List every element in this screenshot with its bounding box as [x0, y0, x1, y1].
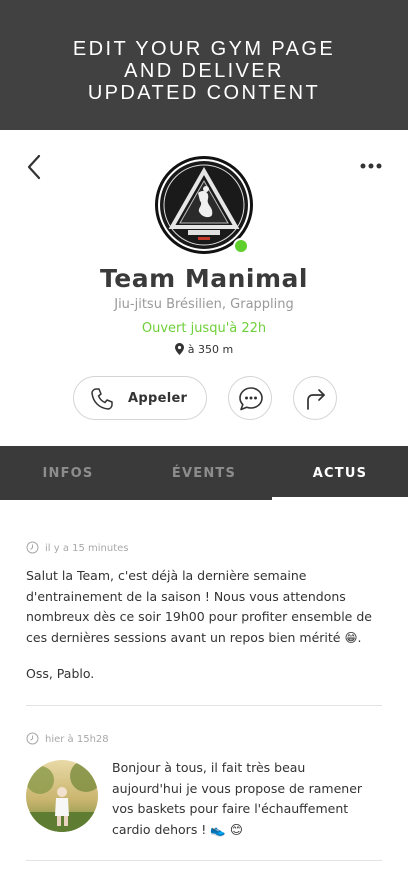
post-1-line-2: d'entrainement de la saison ! Nous vous …: [26, 588, 346, 604]
online-status-dot: [233, 238, 249, 254]
post-2-line-1: Bonjour à tous, il fait très beau: [112, 760, 306, 775]
post-1-line-1: Salut la Team, c'est déjà la dernière se…: [26, 568, 307, 583]
distance-text: à 350 m: [187, 343, 234, 356]
post-1-signature: Oss, Pablo.: [26, 666, 95, 681]
post-2-line-3: vos baskets pour faire l'échauffement: [112, 801, 349, 816]
post-divider: [26, 705, 382, 706]
location-pin-icon: [174, 343, 184, 355]
message-button[interactable]: [228, 376, 272, 420]
gym-name: Team Manimal: [100, 264, 308, 293]
promo-banner: EDIT YOUR GYM PAGE AND DELIVER UPDATED C…: [0, 0, 408, 130]
banner-line-2: AND DELIVER: [124, 60, 284, 82]
more-options-button[interactable]: [358, 156, 388, 176]
clock-icon: [26, 541, 39, 554]
post-1-line-3: nombreux dès ce soir 19h00 pour profiter…: [26, 609, 372, 624]
tab-actus[interactable]: ACTUS: [272, 446, 408, 500]
post-2-body: Bonjour à tous, il fait très beau aujour…: [112, 758, 392, 840]
post-2-time-text: hier à 15h28: [45, 734, 109, 745]
share-button[interactable]: [293, 376, 337, 420]
phone-icon: [91, 388, 113, 410]
call-button-label: Appeler: [128, 391, 188, 406]
post-1-time-text: il y a 15 minutes: [45, 543, 129, 554]
post-1-timestamp: il y a 15 minutes: [26, 541, 129, 554]
active-tab-indicator: [272, 497, 408, 500]
distance-info: à 350 m: [0, 343, 408, 356]
share-arrow-icon: [307, 389, 325, 410]
banner-headline: EDIT YOUR GYM PAGE AND DELIVER UPDATED C…: [0, 38, 408, 104]
gym-logo: [155, 156, 253, 254]
tab-bar: INFOS ÉVENTS ACTUS: [0, 446, 408, 500]
chat-bubble-icon: [239, 387, 263, 411]
tab-infos[interactable]: INFOS: [0, 446, 136, 500]
post-2-line-4: cardio dehors ! 👟 😊: [112, 821, 243, 837]
open-hours-status: Ouvert jusqu'à 22h: [141, 321, 267, 336]
post-2-photo[interactable]: [26, 760, 98, 832]
post-divider: [26, 860, 382, 861]
call-button[interactable]: Appeler: [73, 376, 207, 420]
post-2-timestamp: hier à 15h28: [26, 732, 109, 745]
chevron-left-icon: [27, 154, 41, 180]
post-2-line-2: aujourd'hui je vous propose de ramener: [112, 780, 363, 796]
gym-category: Jiu-jitsu Brésilien, Grappling: [114, 297, 294, 312]
more-dots-icon: [360, 163, 382, 169]
post-1-line-4: ces dernières sessions avant un repos bi…: [26, 629, 362, 645]
post-1-body: Salut la Team, c'est déjà la dernière se…: [26, 566, 386, 648]
tab-events[interactable]: ÉVENTS: [136, 446, 272, 500]
banner-line-3: UPDATED CONTENT: [87, 82, 321, 104]
banner-line-1: EDIT YOUR GYM PAGE: [72, 38, 336, 60]
clock-icon: [26, 732, 39, 745]
back-button[interactable]: [22, 152, 48, 182]
